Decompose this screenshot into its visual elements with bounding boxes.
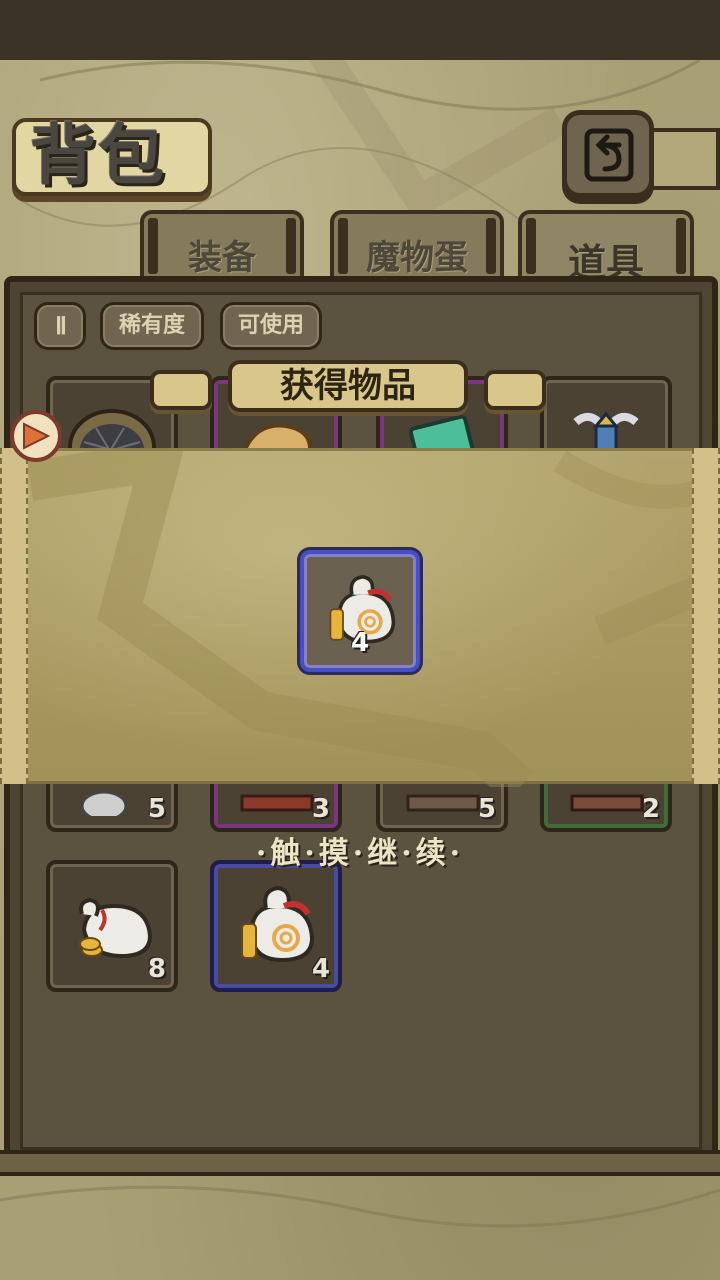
- tab-items[interactable]: 道具: [518, 210, 694, 286]
- item-count: 4: [311, 954, 330, 984]
- usable-filter-button[interactable]: 可使用: [220, 302, 322, 350]
- popup-title-banner: 获得物品: [150, 360, 550, 414]
- item-count: 5: [477, 794, 496, 824]
- scroll-left-edge: [0, 448, 28, 784]
- corner-badge: [10, 410, 62, 462]
- inventory-slot[interactable]: 4: [210, 860, 342, 992]
- banner-left-cap: [150, 370, 212, 410]
- tab-equipment[interactable]: 装备: [140, 210, 304, 286]
- reward-item-slot[interactable]: 4: [300, 550, 420, 672]
- item-count: 3: [311, 794, 330, 824]
- inventory-slot[interactable]: 8: [46, 860, 178, 992]
- page-title: 背包: [30, 116, 166, 194]
- tab-monster-egg[interactable]: 魔物蛋: [330, 210, 504, 286]
- back-button[interactable]: [562, 110, 654, 198]
- pointer-icon: [23, 422, 51, 450]
- bottom-torn-edge: [0, 15, 720, 60]
- popup-title: 获得物品: [280, 366, 416, 406]
- banner-right-cap: [484, 370, 546, 410]
- return-arrow-icon: [584, 128, 634, 182]
- item-count: 8: [147, 954, 166, 984]
- item-count: 2: [641, 794, 660, 824]
- tab-equipment-label: 装备: [188, 238, 256, 278]
- tab-bar: 装备 魔物蛋 道具: [10, 210, 710, 286]
- sort-toggle-button[interactable]: Ⅱ: [34, 302, 86, 350]
- tab-monster-egg-label: 魔物蛋: [366, 238, 468, 278]
- scroll-right-edge: [692, 448, 720, 784]
- board-bottom-frame: [0, 1150, 720, 1176]
- tap-to-continue-text[interactable]: ·触·摸·继·续·: [200, 828, 520, 872]
- item-count: 5: [147, 794, 166, 824]
- reward-count: 4: [350, 628, 370, 658]
- sort-icon: Ⅱ: [55, 312, 67, 340]
- rarity-filter-button[interactable]: 稀有度: [100, 302, 204, 350]
